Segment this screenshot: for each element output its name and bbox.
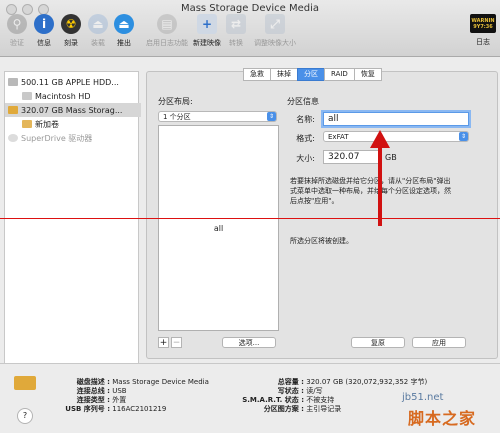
annotation-line <box>0 218 500 219</box>
resize-image-button[interactable]: ⤢ 调整映像大小 <box>252 14 298 48</box>
size-label: 大小: <box>296 154 315 163</box>
add-partition-button[interactable]: + <box>158 337 169 348</box>
hard-disk-icon <box>8 78 18 86</box>
convert-icon: ⇄ <box>226 14 246 34</box>
enable-journaling-button[interactable]: ▤ 启用日志功能 <box>145 14 189 48</box>
format-select[interactable]: ExFAT ⇕ <box>323 131 469 142</box>
remove-partition-button[interactable]: − <box>171 337 182 348</box>
eject-icon: ⏏ <box>114 14 134 34</box>
help-button[interactable]: ? <box>17 408 33 424</box>
apply-button[interactable]: 应用 <box>412 337 466 348</box>
new-image-icon: + <box>197 14 217 34</box>
log-console-icon: WARNIN 9Y7:36 <box>470 14 496 33</box>
burn-icon: ☢ <box>61 14 81 34</box>
volume-icon <box>22 120 32 128</box>
sidebar-item-mass-storage[interactable]: 320.07 GB Mass Storag... <box>5 103 141 117</box>
layout-title: 分区布局: <box>158 97 193 106</box>
log-button[interactable]: WARNIN 9Y7:36 日志 <box>466 14 500 47</box>
toolbar: Mass Storage Device Media ⚲ 验证 i 信息 ☢ 刻录… <box>0 0 500 57</box>
info-row-scheme: 分区图方案 : 主引导记录 <box>263 405 342 413</box>
volume-icon <box>22 92 32 100</box>
info-icon: i <box>34 14 54 34</box>
tab-raid[interactable]: RAID <box>324 68 355 81</box>
tab-erase[interactable]: 抹掉 <box>270 68 298 81</box>
sidebar-item-superdrive[interactable]: SuperDrive 驱动器 <box>5 131 141 145</box>
sidebar-item-new-volume[interactable]: 新加卷 <box>5 117 155 131</box>
external-disk-icon <box>14 376 36 390</box>
annotation-arrow-icon <box>370 130 390 226</box>
tab-restore[interactable]: 恢复 <box>353 68 382 81</box>
format-label: 格式: <box>296 134 315 143</box>
microscope-icon: ⚲ <box>7 14 27 34</box>
mount-icon: ⏏ <box>88 14 108 34</box>
sidebar-item-macintosh-hd[interactable]: Macintosh HD <box>5 89 155 103</box>
eject-button[interactable]: ⏏ 推出 <box>106 14 142 48</box>
chevron-updown-icon: ⇕ <box>459 132 468 141</box>
tab-partition[interactable]: 分区 <box>297 68 325 81</box>
revert-button[interactable]: 复原 <box>351 337 405 348</box>
disk-utility-window: Mass Storage Device Media ⚲ 验证 i 信息 ☢ 刻录… <box>0 0 500 433</box>
partition-status: 所选分区将被创建。 <box>290 237 353 245</box>
partition-layout-view[interactable]: all <box>158 125 279 331</box>
chevron-updown-icon: ⇕ <box>267 112 276 121</box>
tab-bar: 急救 抹掉 分区 RAID 恢复 <box>243 68 382 81</box>
partition-info-title: 分区信息 <box>287 97 319 106</box>
tab-first-aid[interactable]: 急救 <box>243 68 271 81</box>
optical-drive-icon <box>8 134 18 142</box>
convert-button[interactable]: ⇄ 转换 <box>218 14 254 48</box>
resize-icon: ⤢ <box>265 14 285 34</box>
watermark-brand: 脚本之家 <box>408 409 477 428</box>
options-button[interactable]: 选项... <box>222 337 276 348</box>
sidebar-item-apple-hdd[interactable]: 500.11 GB APPLE HDD... <box>5 75 141 89</box>
journal-icon: ▤ <box>157 14 177 34</box>
external-disk-icon <box>8 106 18 114</box>
partition-block[interactable]: all <box>159 126 278 330</box>
info-row-usb-serial: USB 序列号 : 116AC2101219 <box>65 405 167 413</box>
layout-select[interactable]: 1 个分区 ⇕ <box>158 111 277 122</box>
watermark-site: jb51.net <box>402 392 444 403</box>
window-title: Mass Storage Device Media <box>180 3 320 14</box>
name-field[interactable]: all <box>323 112 469 126</box>
name-label: 名称: <box>296 115 315 124</box>
